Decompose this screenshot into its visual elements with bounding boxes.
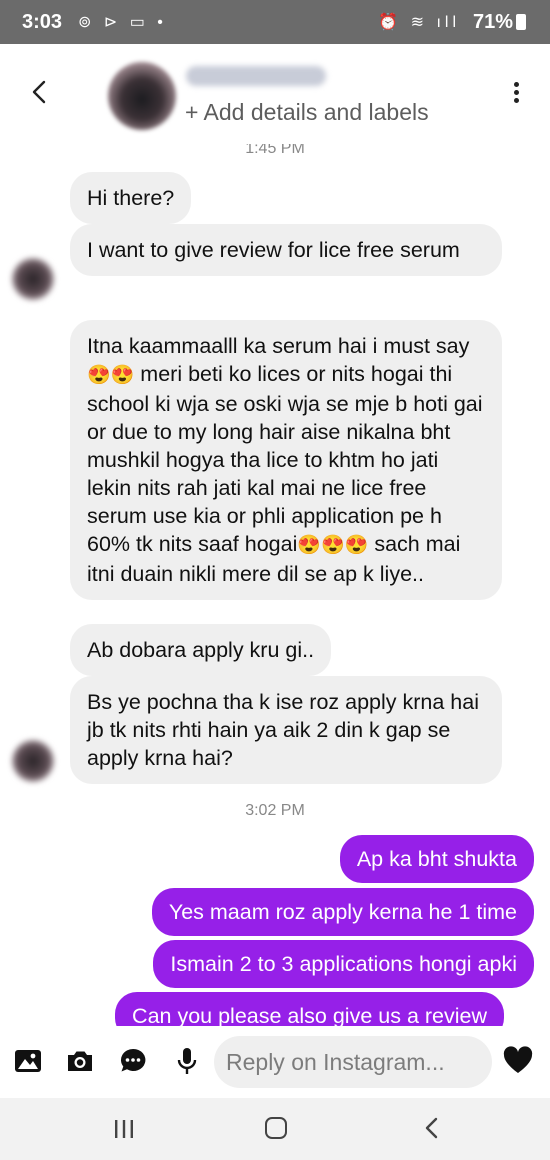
timestamp: 1:45 PM — [245, 144, 305, 157]
camera-icon[interactable] — [65, 1046, 95, 1076]
sender-avatar[interactable] — [12, 740, 54, 782]
back-arrow-icon[interactable] — [26, 78, 54, 106]
chat-header: areebayar1 + Add details and labels — [0, 44, 550, 144]
heart-eyes-emoji: 😍😍😍 — [297, 535, 369, 556]
message-thread[interactable]: 1:45 PM Hi there? I want to give review … — [0, 144, 550, 1026]
message-text: Itna kaammaalll ka serum hai i must say — [87, 334, 470, 358]
more-options-icon[interactable] — [512, 82, 520, 106]
contact-avatar[interactable] — [108, 62, 176, 130]
reply-input[interactable]: Reply on Instagram... — [214, 1036, 492, 1088]
microphone-icon[interactable] — [172, 1046, 202, 1076]
outgoing-message[interactable]: Can you please also give us a review — [115, 992, 504, 1026]
incoming-message[interactable]: Hi there? — [70, 172, 192, 224]
heart-icon[interactable] — [503, 1046, 533, 1076]
system-icons: ⏰ ≋ ıll — [378, 14, 460, 31]
status-time: 3:03 — [22, 11, 63, 33]
incoming-message[interactable]: Ab dobara apply kru gi.. — [70, 624, 332, 676]
status-bar: 3:03 ⊚ ⊳ ▭ • ⏰ ≋ ıll 71% — [0, 0, 550, 44]
outgoing-message[interactable]: Ap ka bht shukta — [339, 835, 534, 883]
chat-bubble-icon[interactable] — [118, 1046, 148, 1076]
incoming-message[interactable]: I want to give review for lice free seru… — [70, 224, 502, 276]
battery-percent: 71% — [472, 11, 513, 33]
nav-back-icon[interactable] — [422, 1116, 442, 1140]
incoming-message-long[interactable]: Itna kaammaalll ka serum hai i must say 😍… — [70, 320, 502, 600]
contact-username[interactable]: areebayar1 — [186, 66, 326, 86]
battery-indicator: 71% — [473, 11, 526, 34]
recent-apps-icon[interactable] — [113, 1120, 135, 1138]
outgoing-message[interactable]: Yes maam roz apply kerna he 1 time — [151, 888, 534, 936]
home-icon[interactable] — [265, 1117, 287, 1139]
gallery-icon[interactable] — [13, 1046, 43, 1076]
add-details-link[interactable]: + Add details and labels — [185, 99, 429, 126]
battery-icon — [516, 14, 526, 30]
outgoing-message[interactable]: Ismain 2 to 3 applications hongi apki — [153, 940, 534, 988]
timestamp: 3:02 PM — [245, 802, 305, 819]
incoming-message[interactable]: Bs ye pochna tha k ise roz apply krna ha… — [70, 676, 502, 784]
heart-eyes-emoji: 😍😍 — [87, 365, 135, 386]
sender-avatar[interactable] — [12, 258, 54, 300]
notification-icons: ⊚ ⊳ ▭ • — [78, 14, 167, 31]
android-navigation-bar — [0, 1098, 550, 1160]
message-composer: Reply on Instagram... — [0, 1026, 550, 1098]
message-text: meri beti ko lices or nits hogai thi sch… — [87, 362, 483, 556]
